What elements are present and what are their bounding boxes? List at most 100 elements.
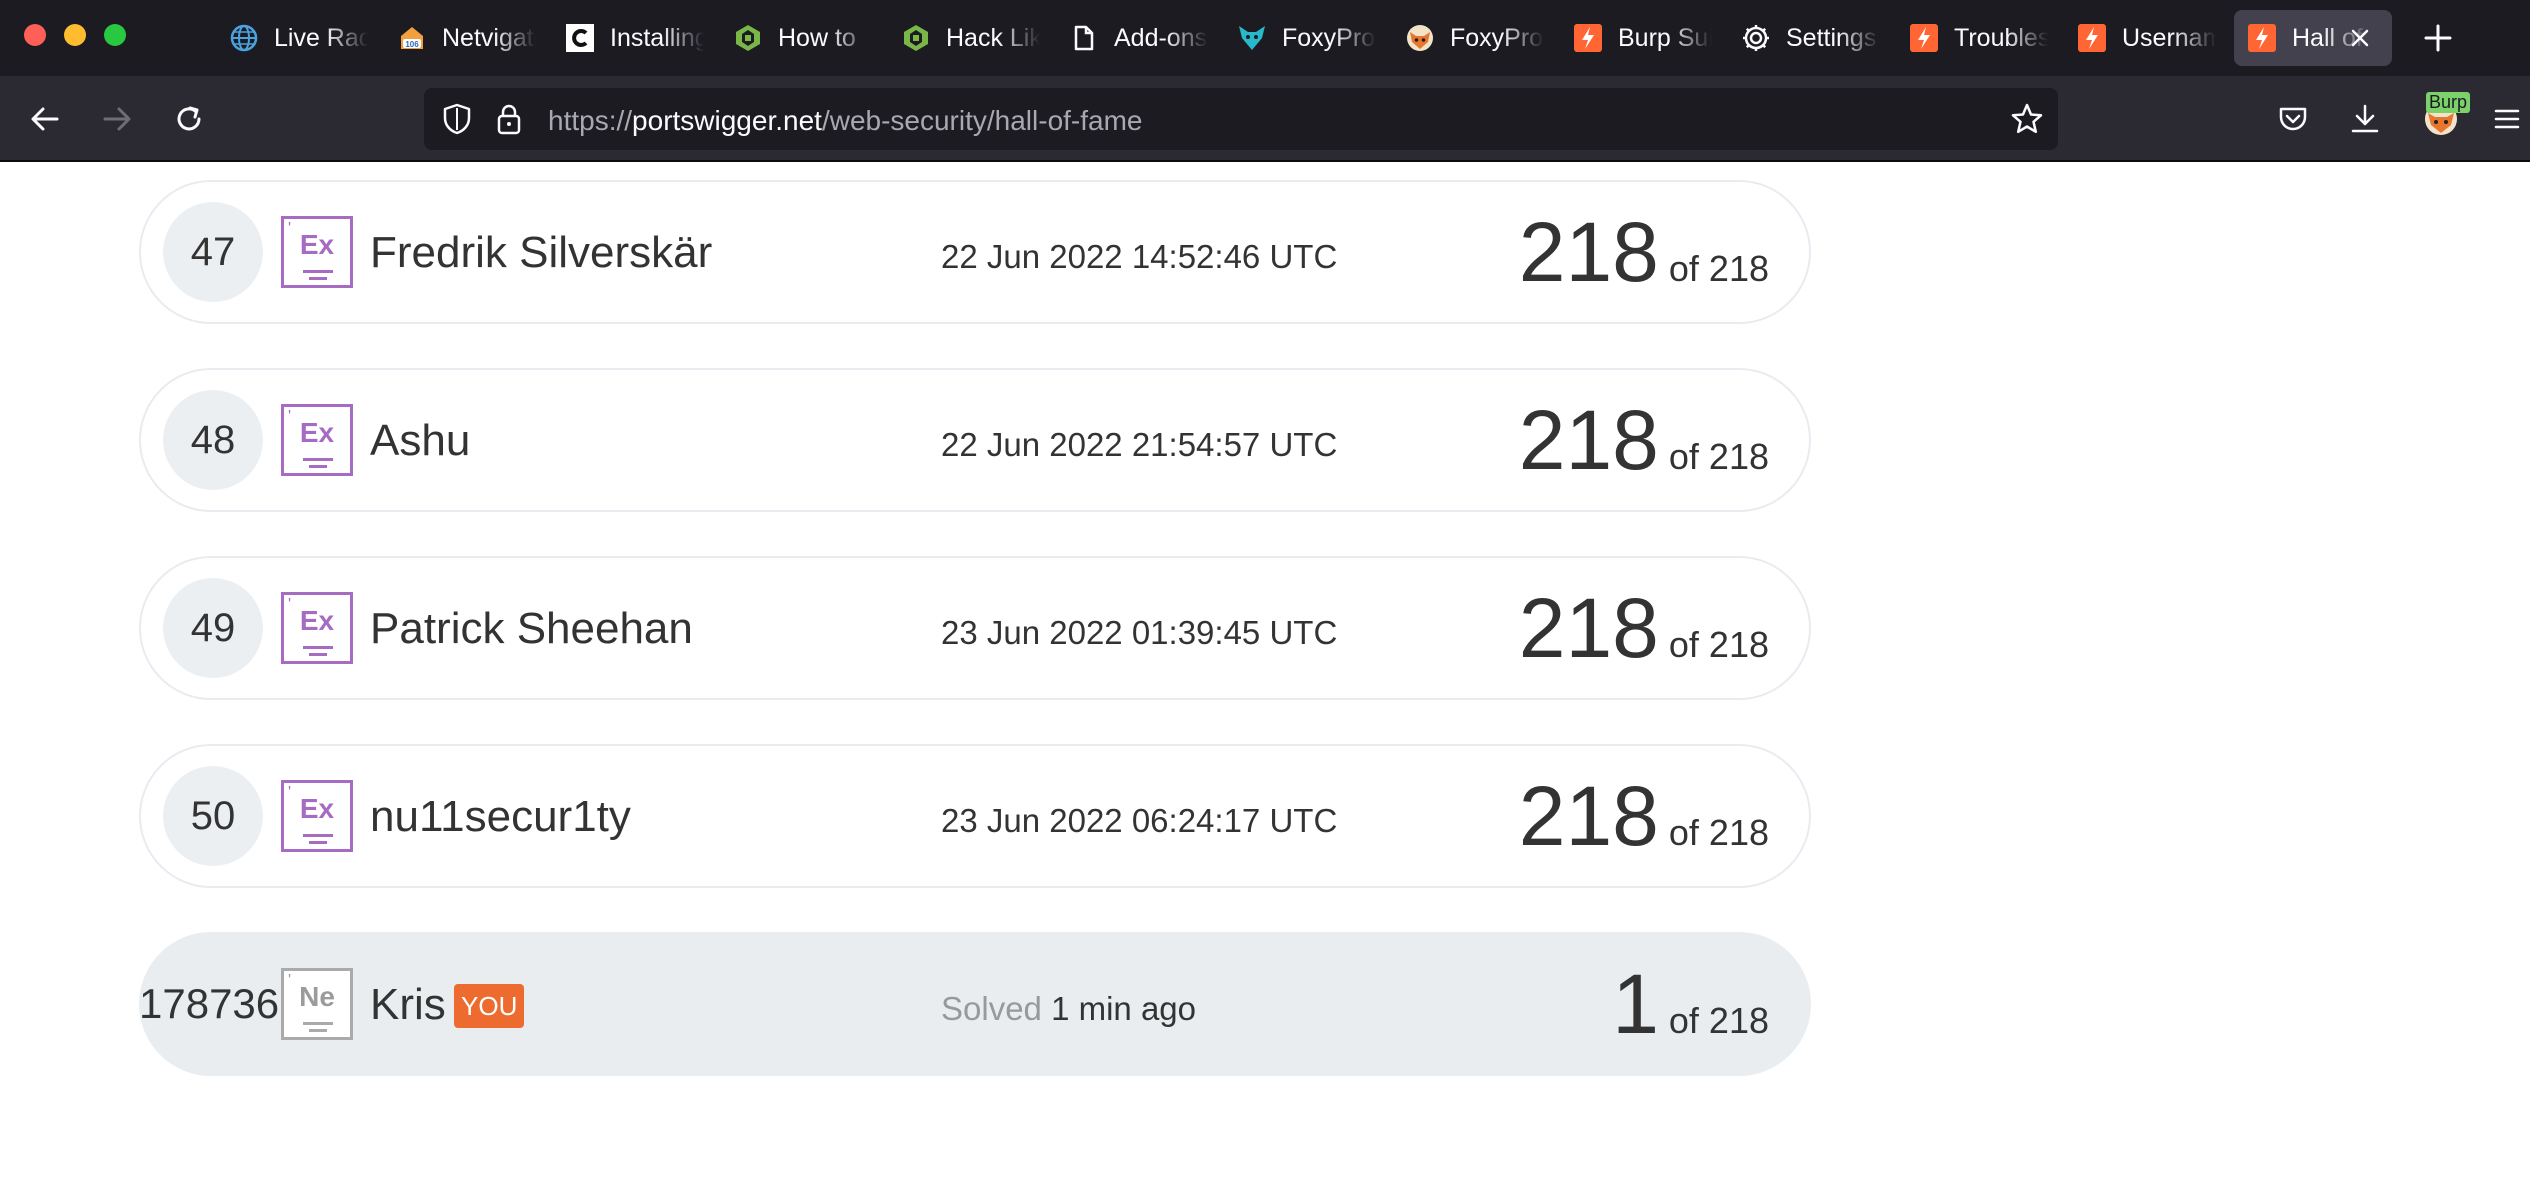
expert-level-badge-icon: ' Ex — [281, 216, 353, 288]
level-code: Ex — [299, 605, 335, 636]
url-path: /web-security/hall-of-fame — [821, 105, 1143, 136]
forward-button[interactable] — [94, 96, 140, 142]
tab-label: Add-ons — [1114, 23, 1208, 52]
level-code: Ne — [299, 981, 335, 1012]
tab-label: FoxyProxy — [1282, 23, 1376, 52]
svg-text:106: 106 — [405, 40, 419, 49]
labs-total: of 218 — [1668, 624, 1769, 665]
user-name: Patrick Sheehan — [370, 604, 693, 653]
tab-username[interactable]: Username — [2064, 10, 2216, 66]
rank-number: 47 — [163, 202, 263, 302]
rank-number: 50 — [163, 766, 263, 866]
navigation-toolbar: https://portswigger.net/web-security/hal… — [0, 76, 2530, 162]
tracking-protection-shield-icon[interactable] — [440, 102, 474, 141]
tab-netvigator[interactable]: 106 Netvigator — [384, 10, 536, 66]
level-code: Ex — [299, 793, 335, 824]
downloads-button[interactable] — [2342, 96, 2388, 142]
back-button[interactable] — [22, 96, 68, 142]
tab-label: Settings — [1786, 23, 1877, 52]
score: 218 of 218 — [1519, 208, 1769, 296]
tab-label: Netvigator — [442, 23, 536, 52]
leaderboard-row[interactable]: 47 ' Ex Fredrik Silverskär 22 Jun 2022 1… — [139, 180, 1811, 324]
tab-add-ons[interactable]: Add-ons — [1056, 10, 1208, 66]
labs-total: of 218 — [1668, 812, 1769, 853]
tab-label: Installing — [610, 23, 704, 52]
extension-badge: Burp — [2426, 92, 2471, 113]
new-tab-button[interactable] — [2420, 20, 2456, 56]
rank-number: 49 — [163, 578, 263, 678]
rank-number: 178736 — [139, 980, 280, 1027]
leaderboard-row[interactable]: 48 ' Ex Ashu 22 Jun 2022 21:54:57 UTC 21… — [139, 368, 1811, 512]
labs-solved: 218 — [1518, 393, 1659, 487]
close-tab-icon[interactable] — [2346, 24, 2374, 52]
bookmark-star-icon[interactable] — [2010, 102, 2044, 141]
burp-icon — [1908, 22, 1940, 54]
you-badge: YOU — [454, 984, 525, 1028]
tab-label: Username — [2122, 23, 2216, 52]
lock-icon[interactable] — [494, 102, 524, 141]
solved-status: Solved 1 min ago — [941, 990, 1196, 1028]
url-host: portswigger.net — [632, 105, 822, 136]
tab-foxyproxy-2[interactable]: FoxyProxy — [1392, 10, 1544, 66]
tab-burp-suite[interactable]: Burp Suite — [1560, 10, 1712, 66]
gear-icon — [1740, 22, 1772, 54]
tab-label: Live Radar — [274, 23, 368, 52]
expert-level-badge-icon: ' Ex — [281, 404, 353, 476]
completion-date: 22 Jun 2022 14:52:46 UTC — [941, 238, 1338, 275]
labs-total: of 218 — [1668, 436, 1769, 477]
tab-label: Burp Suite — [1618, 23, 1712, 52]
netvigator-icon: 106 — [396, 22, 428, 54]
tab-label: How to — [778, 23, 856, 52]
completion-date: 23 Jun 2022 06:24:17 UTC — [941, 802, 1338, 839]
foxyproxy-extension-button[interactable]: Burp — [2416, 92, 2471, 142]
url-text[interactable]: https://portswigger.net/web-security/hal… — [548, 105, 1143, 137]
hack-logo-icon — [732, 22, 764, 54]
tab-live-radar[interactable]: Live Radar — [216, 10, 368, 66]
tab-settings[interactable]: Settings — [1728, 10, 1880, 66]
labs-solved: 218 — [1518, 769, 1659, 863]
burp-icon — [2076, 22, 2108, 54]
foxyproxy-fox-icon — [1404, 22, 1436, 54]
expert-level-badge-icon: ' Ex — [281, 592, 353, 664]
leaderboard-row[interactable]: 49 ' Ex Patrick Sheehan 23 Jun 2022 01:3… — [139, 556, 1811, 700]
tab-label: Troubleshooting — [1954, 23, 2048, 52]
current-user-row[interactable]: 178736 ' Ne Kris YOU Solved 1 min ago 1 … — [139, 932, 1811, 1076]
labs-solved: 1 — [1612, 957, 1659, 1051]
tab-how-to[interactable]: How to — [720, 10, 872, 66]
novice-level-badge-icon: ' Ne — [281, 968, 353, 1040]
address-bar[interactable]: https://portswigger.net/web-security/hal… — [424, 88, 2058, 150]
burp-icon — [2246, 22, 2278, 54]
leaderboard-row[interactable]: 50 ' Ex nu11secur1ty 23 Jun 2022 06:24:1… — [139, 744, 1811, 888]
tab-installing[interactable]: Installing — [552, 10, 704, 66]
tab-troubleshooting[interactable]: Troubleshooting — [1896, 10, 2048, 66]
reload-button[interactable] — [166, 96, 212, 142]
tab-bar: Live Radar 106 Netvigator Installing How… — [0, 0, 2530, 76]
tab-label: Hack Like — [946, 23, 1040, 52]
level-code: Ex — [299, 229, 335, 260]
hack-logo-icon — [900, 22, 932, 54]
burp-icon — [1572, 22, 1604, 54]
score: 218 of 218 — [1519, 396, 1769, 484]
expert-level-badge-icon: ' Ex — [281, 780, 353, 852]
url-scheme: https:// — [548, 105, 633, 136]
solved-label: Solved — [941, 990, 1042, 1027]
tab-label: FoxyProxy — [1450, 23, 1544, 52]
level-code: Ex — [299, 417, 335, 448]
window-close-button[interactable] — [24, 24, 46, 46]
tab-hack-like[interactable]: Hack Like — [888, 10, 1040, 66]
pocket-button[interactable] — [2270, 96, 2316, 142]
foxyproxy-icon — [1236, 22, 1268, 54]
window-minimize-button[interactable] — [64, 24, 86, 46]
user-name: Fredrik Silverskär — [370, 228, 713, 277]
rank-number: 48 — [163, 390, 263, 490]
tab-hall-of-fame[interactable]: Hall of Fame — [2234, 10, 2392, 66]
score: 1 of 218 — [1612, 960, 1769, 1048]
completion-date: 22 Jun 2022 21:54:57 UTC — [941, 426, 1338, 463]
user-name: nu11secur1ty — [370, 792, 631, 841]
menu-hamburger-icon[interactable] — [2484, 96, 2530, 142]
globe-icon — [228, 22, 260, 54]
window-maximize-button[interactable] — [104, 24, 126, 46]
labs-total: of 218 — [1668, 248, 1769, 289]
tab-foxyproxy-1[interactable]: FoxyProxy — [1224, 10, 1376, 66]
score: 218 of 218 — [1519, 584, 1769, 672]
